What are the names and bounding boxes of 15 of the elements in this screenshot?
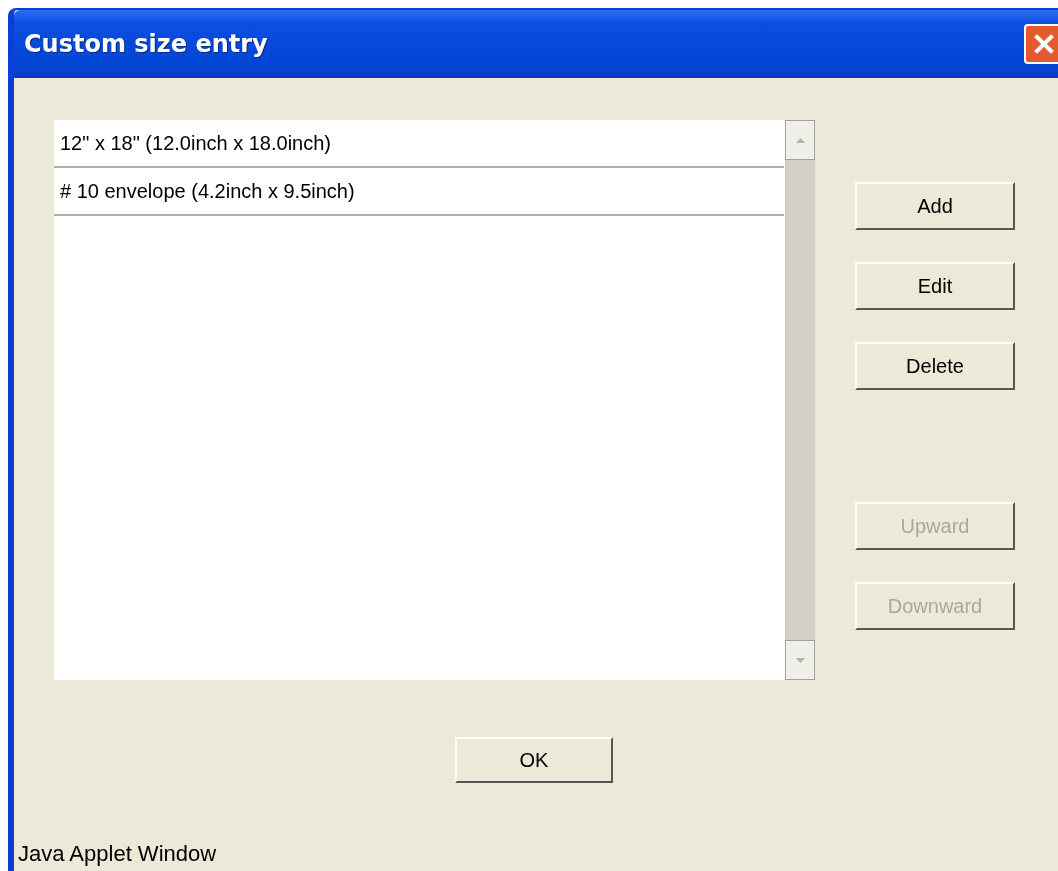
scroll-up-button[interactable] — [785, 120, 815, 160]
scrollbar[interactable] — [784, 120, 815, 680]
close-icon — [1032, 32, 1056, 56]
list-item[interactable]: 12" x 18" (12.0inch x 18.0inch) — [54, 120, 784, 168]
up-arrow-icon — [795, 137, 805, 143]
action-button[interactable]: Edit — [855, 262, 1015, 310]
status-text: Java Applet Window — [17, 841, 218, 868]
close-button[interactable] — [1024, 24, 1058, 64]
action-button[interactable]: Add — [855, 182, 1015, 230]
list-item[interactable]: # 10 envelope (4.2inch x 9.5inch) — [54, 168, 784, 216]
scroll-down-button[interactable] — [785, 640, 815, 680]
ok-button[interactable]: OK — [455, 737, 613, 783]
window-title: Custom size entry — [24, 30, 268, 58]
action-button[interactable]: Delete — [855, 342, 1015, 390]
down-arrow-icon — [795, 657, 805, 663]
